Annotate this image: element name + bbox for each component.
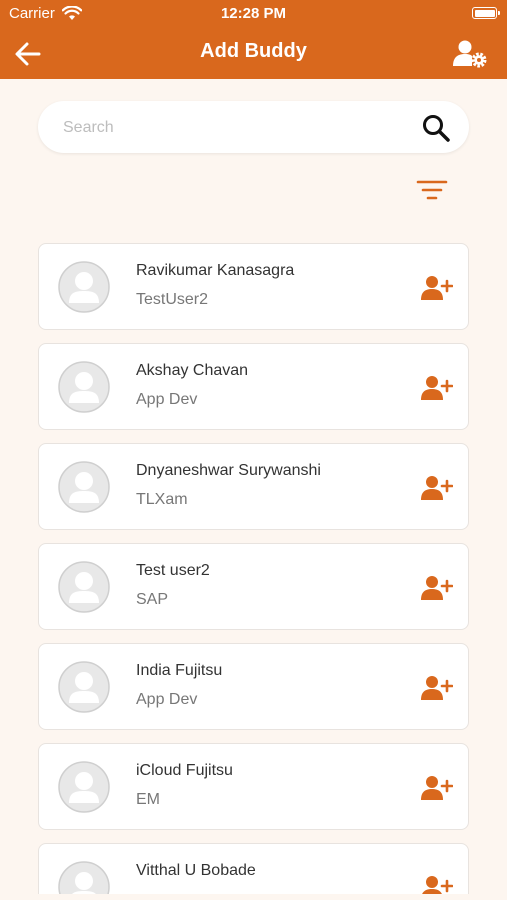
avatar-icon — [58, 861, 110, 894]
buddy-name: Vitthal U Bobade — [136, 862, 256, 879]
buddy-list: Ravikumar Kanasagra TestUser2 Akshay Cha… — [38, 243, 469, 894]
add-user-icon[interactable] — [421, 875, 453, 894]
battery-icon — [472, 7, 500, 19]
avatar-icon — [58, 761, 110, 813]
buddy-card[interactable]: Akshay Chavan App Dev — [38, 343, 469, 430]
buddy-card[interactable]: iCloud Fujitsu EM — [38, 743, 469, 830]
buddy-card[interactable]: Ravikumar Kanasagra TestUser2 — [38, 243, 469, 330]
page-title: Add Buddy — [200, 40, 307, 62]
add-user-icon[interactable] — [421, 775, 453, 801]
buddy-subtitle: EM — [136, 791, 160, 808]
add-user-icon[interactable] — [421, 575, 453, 601]
add-user-icon[interactable] — [421, 475, 453, 501]
buddy-name: Akshay Chavan — [136, 362, 249, 379]
app-header: Carrier 12:28 PM Add Buddy — [0, 0, 507, 79]
buddy-card[interactable]: Test user2 SAP — [38, 543, 469, 630]
clock: 12:28 PM — [220, 5, 287, 22]
avatar-icon — [58, 461, 110, 513]
add-user-icon[interactable] — [421, 375, 453, 401]
search-icon[interactable] — [421, 113, 451, 143]
search-input[interactable] — [61, 101, 405, 155]
avatar-icon — [58, 561, 110, 613]
buddy-subtitle: App Dev — [136, 691, 198, 708]
buddy-name: Ravikumar Kanasagra — [136, 262, 295, 279]
buddy-name: iCloud Fujitsu — [136, 762, 233, 779]
buddy-subtitle: SAP — [136, 591, 169, 608]
buddy-subtitle: TLXam — [136, 491, 188, 508]
buddy-subtitle: TestUser2 — [136, 291, 209, 308]
filter-icon[interactable] — [416, 178, 448, 204]
avatar-icon — [58, 661, 110, 713]
add-user-icon[interactable] — [421, 275, 453, 301]
buddy-name: India Fujitsu — [136, 662, 223, 679]
buddy-card[interactable]: Vitthal U Bobade — [38, 843, 469, 894]
buddy-name: Test user2 — [136, 562, 210, 579]
avatar-icon — [58, 361, 110, 413]
buddy-card[interactable]: Dnyaneshwar Surywanshi TLXam — [38, 443, 469, 530]
buddy-card[interactable]: India Fujitsu App Dev — [38, 643, 469, 730]
navigation-bar: Add Buddy — [0, 28, 507, 79]
status-bar: Carrier 12:28 PM — [0, 0, 507, 28]
user-settings-icon[interactable] — [453, 39, 487, 69]
buddy-name: Dnyaneshwar Surywanshi — [136, 462, 321, 479]
avatar-icon — [58, 261, 110, 313]
buddy-subtitle: App Dev — [136, 391, 198, 408]
add-user-icon[interactable] — [421, 675, 453, 701]
search-bar — [38, 101, 469, 155]
